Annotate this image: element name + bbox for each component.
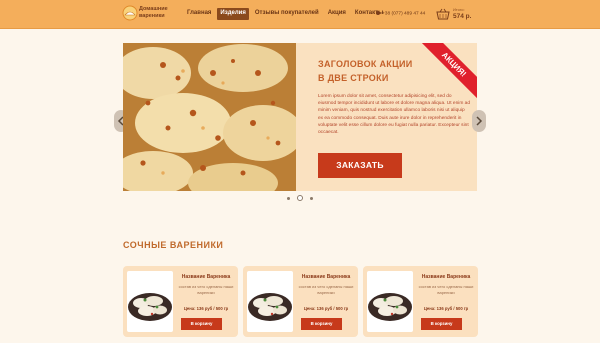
product-price: Цена: 136 руб / 500 гр	[423, 306, 469, 311]
add-to-cart-button[interactable]: В корзину	[421, 318, 462, 330]
product-description: состав из чего сделаны наши вареники	[298, 284, 354, 295]
nav-item-promo[interactable]: Акция	[325, 8, 349, 20]
main-nav: Главная Изделия Отзывы покупателей Акция…	[184, 8, 386, 20]
slider-dot-2[interactable]	[297, 195, 303, 201]
logo-text: Домашние вареники	[139, 6, 179, 19]
product-description: состав из чего сделаны наши вареники	[178, 284, 234, 295]
product-title: Название Вареника	[421, 274, 471, 280]
slider-dot-3[interactable]	[310, 196, 313, 200]
product-title: Название Вареника	[181, 274, 231, 280]
logo-line-2: вареники	[139, 12, 165, 19]
cart-sum: 574 р.	[453, 13, 472, 20]
slide-title: ЗАГОЛОВОК АКЦИИ В ДВЕ СТРОКИ	[318, 57, 438, 85]
phone-text: +38 (077) 489 47 44	[382, 11, 426, 17]
phone-icon	[376, 11, 380, 15]
cart-icon	[436, 8, 450, 20]
product-image	[247, 271, 293, 332]
slide-text: Lorem ipsum dolor sit amet, consectetur …	[318, 94, 470, 136]
slide-title-line-2: В ДВЕ СТРОКИ	[318, 73, 389, 83]
logo[interactable]: Домашние вареники	[122, 5, 172, 23]
slide-title-line-1: ЗАГОЛОВОК АКЦИИ	[318, 59, 413, 69]
product-card: Название Вареника состав из чего сделаны…	[363, 266, 478, 337]
nav-item-reviews[interactable]: Отзывы покупателей	[252, 8, 322, 20]
product-description: состав из чего сделаны наши вареники	[418, 284, 474, 295]
cart-label: Итого:	[453, 7, 465, 12]
slide-image	[123, 43, 296, 191]
slider-dots	[287, 195, 313, 201]
product-price: Цена: 136 руб / 500 гр	[183, 306, 229, 311]
section-title: СОЧНЫЕ ВАРЕНИКИ	[123, 240, 224, 250]
slider-dot-1[interactable]	[287, 196, 290, 200]
product-title: Название Вареника	[301, 274, 351, 280]
add-to-cart-button[interactable]: В корзину	[181, 318, 222, 330]
site-header: Домашние вареники Главная Изделия Отзывы…	[0, 0, 600, 29]
product-image	[127, 271, 173, 332]
product-card: Название Вареника состав из чего сделаны…	[243, 266, 358, 337]
order-button[interactable]: ЗАКАЗАТЬ	[318, 153, 402, 178]
logo-icon	[122, 5, 138, 21]
nav-item-products[interactable]: Изделия	[217, 8, 249, 20]
product-image	[367, 271, 413, 332]
arrow-right-icon	[476, 116, 483, 126]
product-card: Название Вареника состав из чего сделаны…	[123, 266, 238, 337]
add-to-cart-button[interactable]: В корзину	[301, 318, 342, 330]
phone-number[interactable]: +38 (077) 489 47 44	[376, 11, 425, 16]
nav-item-home[interactable]: Главная	[184, 8, 214, 20]
product-price: Цена: 136 руб / 500 гр	[303, 306, 349, 311]
promo-slider: ЗАГОЛОВОК АКЦИИ В ДВЕ СТРОКИ Lorem ipsum…	[123, 43, 477, 191]
slider-next-button[interactable]	[472, 110, 486, 132]
cart-widget[interactable]: Итого: 574 р.	[436, 5, 476, 23]
